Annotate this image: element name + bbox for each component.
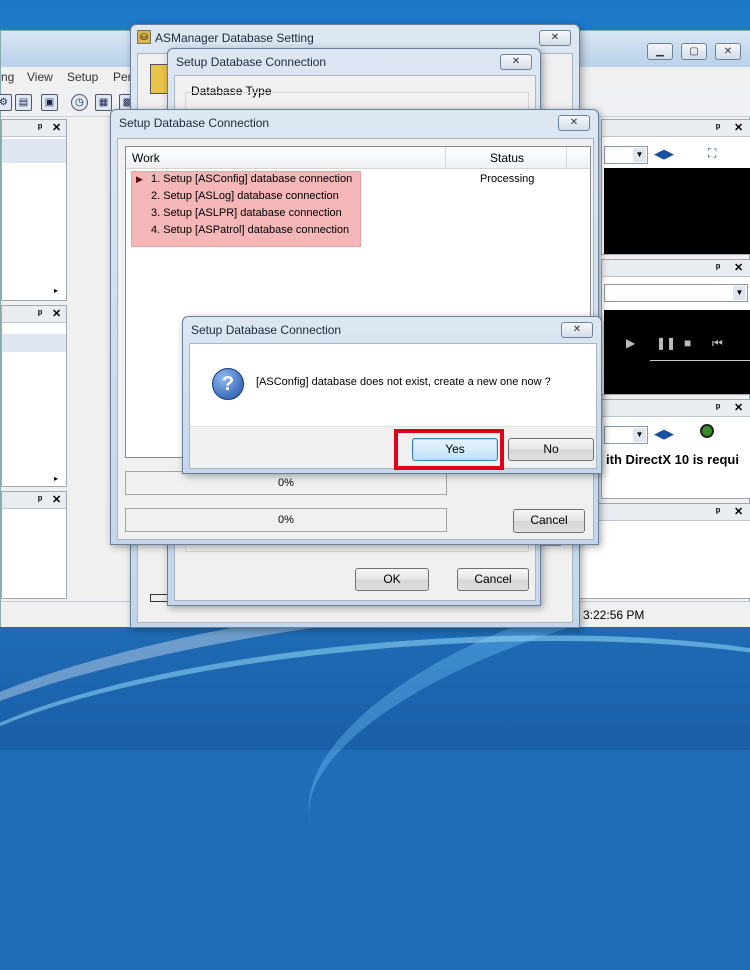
no-button[interactable]: No — [508, 438, 594, 461]
tool-icon[interactable]: ▣ — [41, 94, 58, 111]
pin-icon[interactable]: ᵖ — [716, 402, 720, 414]
progress-label: 0% — [278, 514, 294, 526]
timeline[interactable] — [650, 360, 750, 361]
question-icon: ? — [212, 368, 244, 400]
cancel-button[interactable]: Cancel — [457, 568, 529, 591]
pane-header: ᵖ ✕ — [2, 306, 66, 323]
pin-icon[interactable]: ᵖ — [38, 122, 42, 134]
close-icon[interactable]: ✕ — [558, 115, 590, 131]
close-icon[interactable]: ✕ — [715, 43, 741, 60]
window-title: ASManager Database Setting — [155, 31, 314, 45]
question-dialog: Setup Database Connection ✕ ? [ASConfig]… — [182, 316, 602, 474]
pin-icon[interactable]: ᵖ — [716, 262, 720, 274]
pane-header: ᵖ ✕ — [2, 492, 66, 509]
tool-icon[interactable]: ⚙ — [0, 94, 12, 111]
column-status[interactable]: Status — [490, 151, 524, 165]
pin-icon[interactable]: ᵖ — [38, 494, 42, 506]
menu-item[interactable]: ng — [1, 70, 14, 84]
right-pane-4: ᵖ ✕ — [579, 503, 750, 599]
video-display[interactable] — [604, 168, 750, 254]
task-row[interactable]: 2. Setup [ASLog] database connection — [151, 190, 339, 202]
window-title: Setup Database Connection — [176, 55, 327, 69]
close-pane-icon[interactable]: ✕ — [52, 121, 61, 134]
status-time: 3:22:56 PM — [583, 608, 645, 622]
close-pane-icon[interactable]: ✕ — [734, 505, 743, 518]
progress-label: 0% — [278, 477, 294, 489]
device-select[interactable]: ▼ — [604, 426, 648, 444]
column-divider — [445, 147, 446, 169]
pane-header: ᵖ ✕ — [602, 400, 750, 417]
camera-prev-icon[interactable]: ◀▶ — [654, 146, 674, 162]
task-progress-bar: 0% — [125, 508, 447, 532]
ok-button[interactable]: OK — [355, 568, 429, 591]
column-work[interactable]: Work — [132, 151, 160, 165]
scroll-right-icon[interactable]: ▸ — [54, 286, 58, 295]
pin-icon[interactable]: ᵖ — [38, 308, 42, 320]
stop-icon[interactable]: ■ — [684, 336, 691, 350]
close-pane-icon[interactable]: ✕ — [734, 121, 743, 134]
pane-row[interactable] — [2, 139, 66, 163]
close-pane-icon[interactable]: ✕ — [52, 307, 61, 320]
pane-row[interactable] — [2, 334, 66, 352]
app-icon: ⛁ — [137, 30, 151, 44]
menu-setup[interactable]: Setup — [67, 70, 98, 84]
list-header: Work Status — [126, 147, 590, 169]
pane-header: ᵖ ✕ — [602, 120, 750, 137]
close-icon[interactable]: ✕ — [539, 30, 571, 46]
pane-header: ᵖ ✕ — [2, 120, 66, 137]
nav-arrows-icon[interactable]: ◀▶ — [654, 426, 674, 442]
pane-header: ᵖ ✕ — [580, 504, 750, 521]
left-pane-3: ᵖ ✕ — [1, 491, 67, 599]
current-task-arrow-icon: ▶ — [136, 174, 143, 184]
playback-display[interactable]: ▶ ❚❚ ■ ⏮ — [604, 310, 750, 394]
minimize-icon[interactable]: ▁ — [647, 43, 673, 60]
rewind-icon[interactable]: ⏮ — [712, 336, 723, 351]
dialog-message: [ASConfig] database does not exist, crea… — [256, 376, 551, 388]
pin-icon[interactable]: ᵖ — [716, 122, 720, 134]
fullscreen-icon[interactable]: ⛶ — [708, 146, 716, 161]
tool-icon[interactable]: ▤ — [15, 94, 32, 111]
highlight-box — [394, 429, 504, 470]
pane-header: ᵖ ✕ — [602, 260, 750, 277]
maximize-icon[interactable]: ▢ — [681, 43, 707, 60]
left-pane-2: ᵖ ✕ ▸ — [1, 305, 67, 487]
right-pane-video-1: ᵖ ✕ ▼ ◀▶ ⛶ — [601, 119, 750, 255]
menu-view[interactable]: View — [27, 70, 53, 84]
overall-progress-bar: 0% — [125, 471, 447, 495]
cancel-button[interactable]: Cancel — [513, 509, 585, 533]
task-row[interactable]: 3. Setup [ASLPR] database connection — [151, 207, 342, 219]
column-divider — [566, 147, 567, 169]
dialog-body: ? [ASConfig] database does not exist, cr… — [189, 343, 597, 469]
scroll-right-icon[interactable]: ▸ — [54, 474, 58, 483]
close-pane-icon[interactable]: ✕ — [734, 261, 743, 274]
pin-icon[interactable]: ᵖ — [716, 506, 720, 518]
close-icon[interactable]: ✕ — [561, 322, 593, 338]
right-pane-3: ᵖ ✕ ▼ ◀▶ ith DirectX 10 is requi — [601, 399, 750, 499]
close-icon[interactable]: ✕ — [500, 54, 532, 70]
task-row[interactable]: 1. Setup [ASConfig] database connection — [151, 173, 352, 185]
pause-icon[interactable]: ❚❚ — [656, 336, 676, 350]
clock-icon[interactable]: ◷ — [71, 94, 88, 111]
camera-select[interactable]: ▼ — [604, 146, 648, 164]
table-icon[interactable]: ▦ — [95, 94, 112, 111]
left-pane-1: ᵖ ✕ ▸ — [1, 119, 67, 301]
close-pane-icon[interactable]: ✕ — [52, 493, 61, 506]
task-status: Processing — [480, 173, 535, 185]
playback-select[interactable]: ▼ — [604, 284, 748, 302]
close-pane-icon[interactable]: ✕ — [734, 401, 743, 414]
play-icon[interactable]: ▶ — [626, 336, 635, 350]
status-light-icon — [700, 424, 714, 438]
dialog-title: Setup Database Connection — [191, 323, 342, 337]
right-pane-video-2: ᵖ ✕ ▼ ▶ ❚❚ ■ ⏮ — [601, 259, 750, 395]
task-row[interactable]: 4. Setup [ASPatrol] database connection — [151, 224, 349, 236]
window-title: Setup Database Connection — [119, 116, 270, 130]
directx-message: ith DirectX 10 is requi — [606, 452, 739, 467]
menu-per[interactable]: Per — [113, 70, 132, 84]
